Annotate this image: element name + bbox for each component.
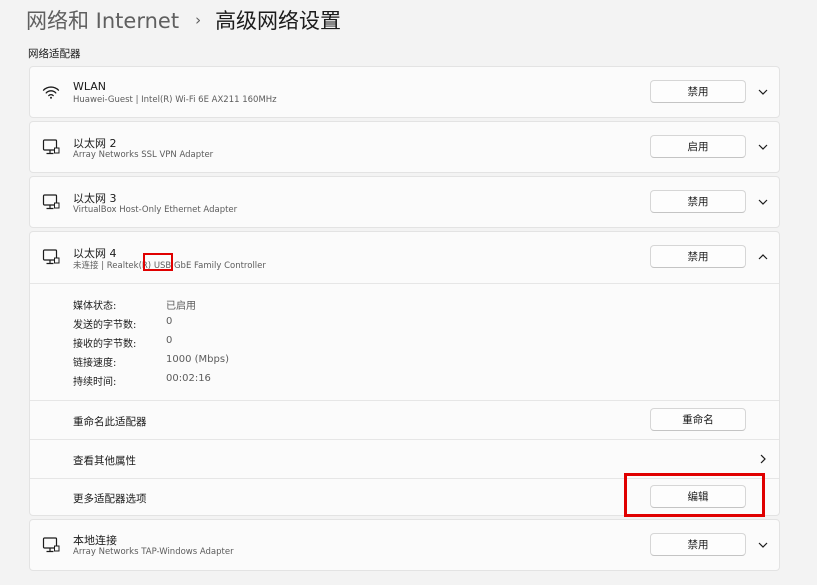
usb-highlight-box <box>143 253 173 271</box>
more-properties-label: 查看其他属性 <box>73 455 136 467</box>
ethernet-icon <box>41 535 61 555</box>
detail-value-media-state: 已启用 <box>166 301 196 312</box>
chevron-down-icon[interactable] <box>755 194 771 210</box>
adapter-name: 以太网 3 <box>73 192 117 205</box>
section-title-network-adapters: 网络适配器 <box>28 48 81 60</box>
chevron-down-icon[interactable] <box>755 537 771 553</box>
ethernet-icon <box>41 137 61 157</box>
detail-value-duration: 00:02:16 <box>166 373 211 384</box>
adapter-description: Array Networks TAP-Windows Adapter <box>73 547 234 557</box>
adapter-name: 以太网 2 <box>73 137 117 150</box>
more-properties-row[interactable]: 查看其他属性 <box>30 440 779 478</box>
edit-button[interactable]: 编辑 <box>650 485 746 508</box>
adapter-card-local-connection: 本地连接 Array Networks TAP-Windows Adapter … <box>29 519 780 571</box>
detail-value-bytes-received: 0 <box>166 335 173 346</box>
chevron-down-icon[interactable] <box>755 139 771 155</box>
ethernet-icon <box>41 192 61 212</box>
detail-value-bytes-sent: 0 <box>166 316 173 327</box>
rename-adapter-row: 重命名此适配器 重命名 <box>30 401 779 439</box>
more-adapter-options-row: 更多适配器选项 编辑 <box>30 479 779 516</box>
adapter-description: VirtualBox Host-Only Ethernet Adapter <box>73 205 238 215</box>
disable-button[interactable]: 禁用 <box>650 190 746 213</box>
rename-adapter-label: 重命名此适配器 <box>73 416 147 428</box>
breadcrumb-separator-icon: › <box>195 11 202 29</box>
adapter-description: Huawei-Guest | Intel(R) Wi-Fi 6E AX211 1… <box>73 95 277 105</box>
chevron-right-icon[interactable] <box>755 451 771 467</box>
disable-button[interactable]: 禁用 <box>650 80 746 103</box>
adapter-description: Array Networks SSL VPN Adapter <box>73 150 214 160</box>
detail-label-link-speed: 链接速度: <box>73 358 117 369</box>
disable-button[interactable]: 禁用 <box>650 245 746 268</box>
disable-button[interactable]: 禁用 <box>650 533 746 556</box>
detail-value-link-speed: 1000 (Mbps) <box>166 354 229 365</box>
adapter-details: 媒体状态: 已启用 发送的字节数: 0 接收的字节数: 0 链接速度: 1000… <box>30 284 779 394</box>
adapter-card-ethernet-3: 以太网 3 VirtualBox Host-Only Ethernet Adap… <box>29 176 780 228</box>
adapter-name: WLAN <box>73 80 107 93</box>
detail-label-media-state: 媒体状态: <box>73 301 117 312</box>
adapter-card-ethernet-2: 以太网 2 Array Networks SSL VPN Adapter 启用 <box>29 121 780 173</box>
ethernet-icon <box>41 247 61 267</box>
breadcrumb: 网络和 Internet › 高级网络设置 <box>26 5 341 35</box>
adapter-card-wlan: WLAN Huawei-Guest | Intel(R) Wi-Fi 6E AX… <box>29 66 780 118</box>
more-adapter-options-label: 更多适配器选项 <box>73 493 147 505</box>
chevron-up-icon[interactable] <box>755 249 771 265</box>
breadcrumb-parent-link[interactable]: 网络和 Internet <box>26 5 179 35</box>
detail-label-bytes-received: 接收的字节数: <box>73 339 137 350</box>
enable-button[interactable]: 启用 <box>650 135 746 158</box>
detail-label-duration: 持续时间: <box>73 377 117 388</box>
page-title: 高级网络设置 <box>215 9 342 33</box>
rename-button[interactable]: 重命名 <box>650 408 746 431</box>
detail-label-bytes-sent: 发送的字节数: <box>73 320 137 331</box>
wifi-icon <box>41 82 61 102</box>
chevron-down-icon[interactable] <box>755 84 771 100</box>
adapter-card-ethernet-4: 以太网 4 未连接 | Realtek(R) USB GbE Family Co… <box>29 231 780 516</box>
adapter-name: 本地连接 <box>73 534 117 547</box>
